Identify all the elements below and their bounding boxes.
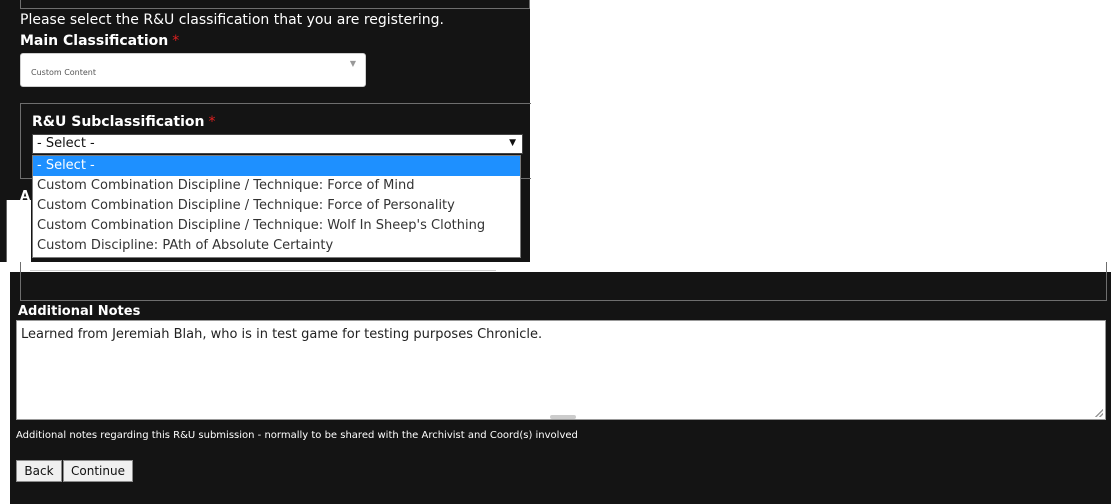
chevron-down-icon: ▼ bbox=[349, 59, 356, 68]
main-classification-select[interactable]: Custom Content ▼ bbox=[20, 53, 366, 87]
subclassification-select[interactable]: - Select - ▼ bbox=[32, 134, 523, 154]
fieldset-frame-top bbox=[20, 0, 530, 9]
additional-notes-helper: Additional notes regarding this R&U subm… bbox=[16, 430, 578, 441]
dropdown-option[interactable]: - Select - bbox=[33, 156, 520, 176]
additional-notes-value: Learned from Jeremiah Blah, who is in te… bbox=[21, 327, 543, 342]
back-button[interactable]: Back bbox=[16, 460, 62, 482]
obscured-field bbox=[6, 200, 31, 262]
chevron-down-icon: ▼ bbox=[509, 138, 516, 148]
additional-notes-label: Additional Notes bbox=[18, 304, 141, 319]
continue-button[interactable]: Continue bbox=[63, 460, 133, 482]
dropdown-option[interactable]: Custom Combination Discipline / Techniqu… bbox=[33, 176, 520, 196]
additional-notes-textarea[interactable]: Learned from Jeremiah Blah, who is in te… bbox=[16, 320, 1106, 420]
subclassification-dropdown-list[interactable]: - Select - Custom Combination Discipline… bbox=[32, 155, 521, 258]
subclassification-value: - Select - bbox=[37, 136, 95, 151]
resize-handle[interactable] bbox=[550, 415, 576, 419]
required-marker: * bbox=[172, 33, 180, 49]
resize-corner-icon[interactable] bbox=[1095, 409, 1103, 417]
fieldset-frame-bottom bbox=[20, 262, 1107, 301]
subclassification-label: R&U Subclassification * bbox=[32, 114, 216, 130]
classification-instructions: Please select the R&U classification tha… bbox=[20, 12, 444, 28]
required-marker: * bbox=[208, 114, 216, 130]
dropdown-option[interactable]: Custom Combination Discipline / Techniqu… bbox=[33, 196, 520, 216]
main-classification-label: Main Classification * bbox=[20, 33, 180, 49]
field-underline bbox=[30, 270, 496, 271]
main-classification-value: Custom Content bbox=[31, 68, 97, 77]
dropdown-option[interactable]: Custom Combination Discipline / Techniqu… bbox=[33, 216, 520, 236]
dropdown-option[interactable]: Custom Discipline: PAth of Absolute Cert… bbox=[33, 236, 520, 256]
